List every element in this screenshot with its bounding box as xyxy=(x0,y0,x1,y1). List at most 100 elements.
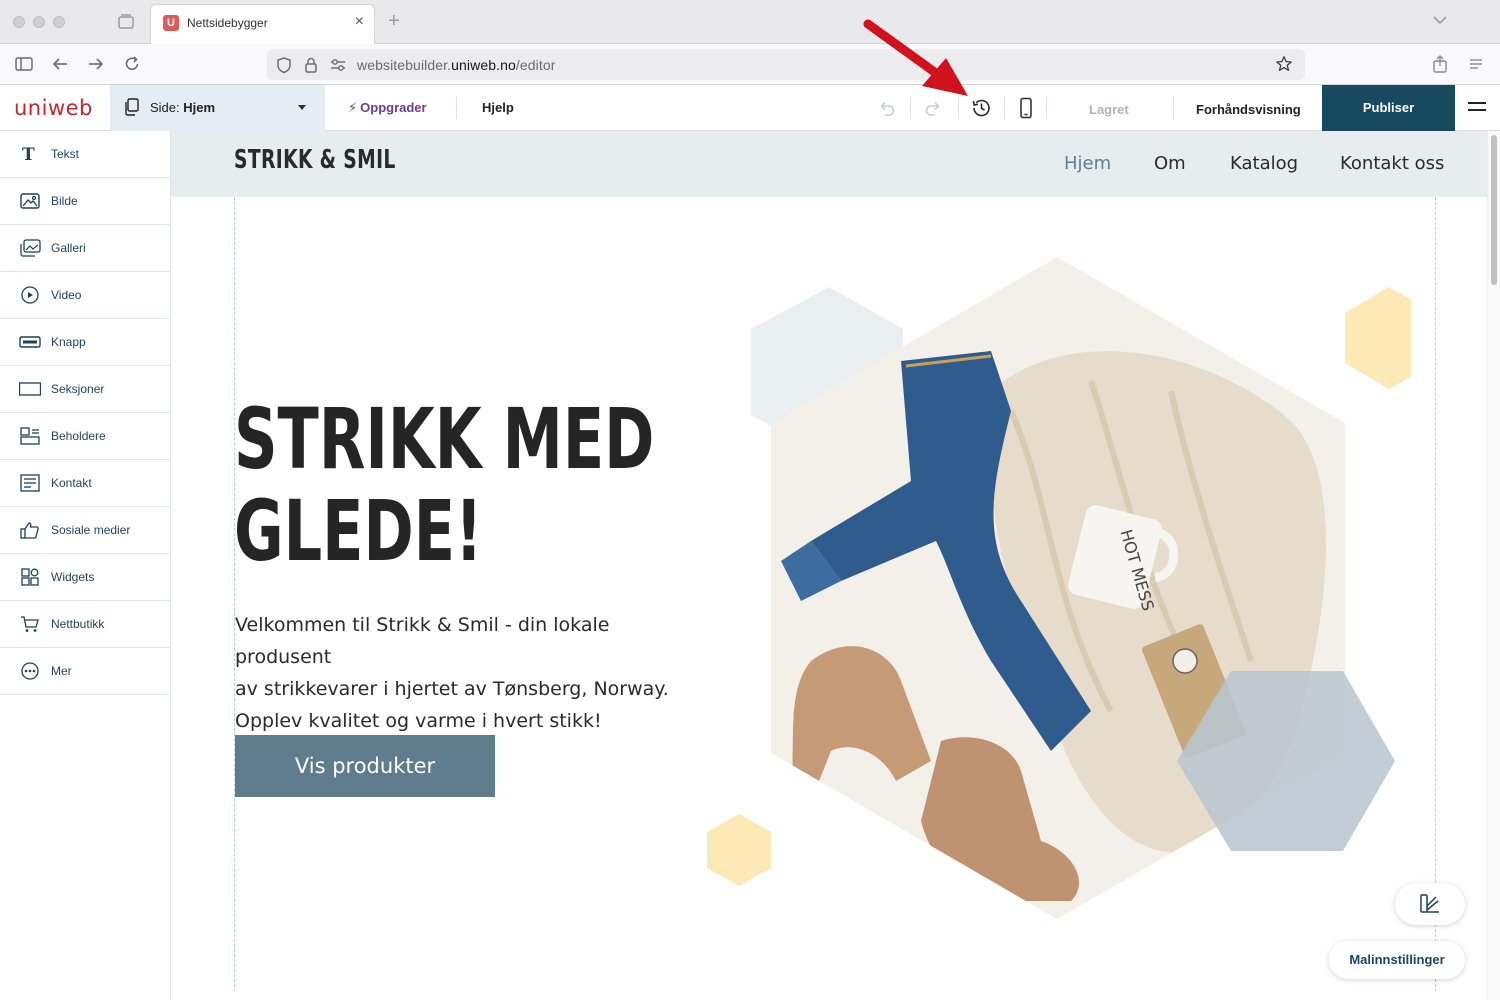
reload-icon[interactable] xyxy=(122,54,142,74)
pages-icon xyxy=(125,98,139,116)
sidebar-item-seksjoner[interactable]: Seksjoner xyxy=(0,366,170,413)
page-label-prefix: Side: xyxy=(150,100,180,115)
widgets-icon xyxy=(21,568,39,586)
more-icon xyxy=(21,662,39,680)
tab-title: Nettsidebygger xyxy=(187,16,268,30)
save-status: Lagret xyxy=(1089,102,1129,117)
url-text: websitebuilder.uniweb.no/editor xyxy=(357,57,555,73)
container-icon xyxy=(20,427,40,445)
reader-list-icon[interactable] xyxy=(1466,54,1486,74)
toolbar-divider xyxy=(910,97,911,119)
editor-canvas[interactable]: STRIKK & SMIL Hjem Om Katalog Kontakt os… xyxy=(171,131,1487,991)
shield-icon[interactable] xyxy=(275,56,293,74)
hero-text[interactable]: Velkommen til Strikk & Smil - din lokale… xyxy=(235,609,705,737)
site-nav-hjem[interactable]: Hjem xyxy=(1064,153,1111,174)
site-nav-om[interactable]: Om xyxy=(1154,153,1186,174)
sidebar-item-label: Knapp xyxy=(51,335,86,349)
sidebar-item-nettbutikk[interactable]: Nettbutikk xyxy=(0,601,170,648)
sidebar-item-label: Kontakt xyxy=(51,476,92,490)
sidebar-item-label: Beholdere xyxy=(51,429,106,443)
thumbs-up-icon xyxy=(20,522,39,539)
dropdown-caret-icon xyxy=(298,105,306,110)
hero-text-line: Opplev kvalitet og varme i hvert stikk! xyxy=(235,710,602,732)
url-path: /editor xyxy=(515,57,556,73)
template-settings-button[interactable]: Malinnstillinger xyxy=(1329,941,1465,979)
hero-title-line: STRIKK MED xyxy=(234,390,655,488)
address-bar[interactable]: websitebuilder.uniweb.no/editor xyxy=(267,49,1305,80)
browser-nav-bar: websitebuilder.uniweb.no/editor xyxy=(0,44,1500,85)
site-nav-kontakt-oss[interactable]: Kontakt oss xyxy=(1340,153,1444,174)
decorative-hexagon xyxy=(1345,287,1411,389)
toolbar-divider xyxy=(456,97,457,119)
sidebar-item-label: Widgets xyxy=(51,570,95,584)
preview-button[interactable]: Forhåndsvisning xyxy=(1196,102,1301,117)
sidebar-item-label: Tekst xyxy=(51,147,80,161)
mobile-preview-icon[interactable] xyxy=(1015,97,1037,119)
sidebar-item-bilde[interactable]: Bilde xyxy=(0,178,170,225)
canvas-scrollbar[interactable] xyxy=(1487,131,1500,1000)
design-edit-button[interactable] xyxy=(1395,883,1465,925)
page-selector[interactable]: Side: Hjem xyxy=(110,85,325,131)
window-minimize-button[interactable] xyxy=(33,16,45,28)
sidebar-item-video[interactable]: Video xyxy=(0,272,170,319)
uniweb-favicon-icon: U xyxy=(163,15,179,31)
hero-text-line: Velkommen til Strikk & Smil - din lokale… xyxy=(235,614,610,668)
back-arrow-icon[interactable] xyxy=(50,54,70,74)
history-icon[interactable] xyxy=(970,97,992,119)
tab-overview-icon[interactable] xyxy=(117,13,135,31)
browser-tab-bar: U Nettsidebygger × + xyxy=(0,0,1500,44)
sidebar-item-knapp[interactable]: Knapp xyxy=(0,319,170,366)
sidebar-item-tekst[interactable]: T Tekst xyxy=(0,131,170,178)
hero-title[interactable]: STRIKK MED GLEDE! xyxy=(234,390,655,577)
new-tab-button[interactable]: + xyxy=(388,10,400,33)
chevron-down-icon[interactable] xyxy=(1432,14,1448,26)
lock-icon[interactable] xyxy=(303,56,319,74)
current-page-name: Hjem xyxy=(183,100,216,115)
site-nav-katalog[interactable]: Katalog xyxy=(1230,153,1298,174)
hero-image[interactable]: HOT MESS xyxy=(691,241,1411,941)
design-edit-icon xyxy=(1420,894,1439,913)
close-tab-icon[interactable]: × xyxy=(355,13,364,31)
sidebar-item-label: Nettbutikk xyxy=(51,617,105,631)
text-icon: T xyxy=(22,145,35,163)
menu-icon[interactable] xyxy=(1468,102,1486,116)
sidebar-toggle-icon[interactable] xyxy=(14,54,34,74)
window-zoom-button[interactable] xyxy=(53,16,65,28)
toolbar-divider xyxy=(1173,97,1174,119)
video-icon xyxy=(21,286,39,304)
editor-toolbar: uniweb Side: Hjem ⚡ Oppgrader Hjelp Lagre… xyxy=(0,85,1500,131)
window-close-button[interactable] xyxy=(13,16,25,28)
sidebar-item-galleri[interactable]: Galleri xyxy=(0,225,170,272)
section-icon xyxy=(19,382,41,396)
site-header[interactable]: STRIKK & SMIL Hjem Om Katalog Kontakt os… xyxy=(171,131,1487,197)
toolbar-divider xyxy=(958,97,959,119)
url-prefix: websitebuilder. xyxy=(357,57,452,73)
sidebar-item-mer[interactable]: Mer xyxy=(0,648,170,695)
sidebar-item-label: Seksjoner xyxy=(51,382,105,396)
redo-icon[interactable] xyxy=(922,97,944,119)
share-icon[interactable] xyxy=(1430,54,1450,74)
publish-button[interactable]: Publiser xyxy=(1322,85,1455,131)
decorative-hexagon xyxy=(707,814,771,886)
scrollbar-thumb[interactable] xyxy=(1491,135,1497,285)
help-link[interactable]: Hjelp xyxy=(482,100,514,115)
sidebar-item-kontakt[interactable]: Kontakt xyxy=(0,460,170,507)
upgrade-link[interactable]: ⚡ Oppgrader xyxy=(348,100,427,116)
uniweb-logo[interactable]: uniweb xyxy=(14,96,93,120)
undo-icon[interactable] xyxy=(876,97,898,119)
forward-arrow-icon[interactable] xyxy=(86,54,106,74)
svg-text:T: T xyxy=(22,145,35,163)
sidebar-item-sosiale-medier[interactable]: Sosiale medier xyxy=(0,507,170,554)
upgrade-label: Oppgrader xyxy=(360,100,427,115)
page-selector-label: Side: Hjem xyxy=(150,100,215,115)
sidebar-item-label: Mer xyxy=(51,664,72,678)
site-logo[interactable]: STRIKK & SMIL xyxy=(234,145,396,175)
view-products-button[interactable]: Vis produkter xyxy=(235,735,495,797)
sidebar-item-beholdere[interactable]: Beholdere xyxy=(0,413,170,460)
page-permissions-icon[interactable] xyxy=(329,57,347,73)
contact-form-icon xyxy=(20,474,40,492)
browser-tab-active[interactable]: U Nettsidebygger × xyxy=(150,4,375,44)
bookmark-star-icon[interactable] xyxy=(1275,55,1293,73)
sidebar-item-widgets[interactable]: Widgets xyxy=(0,554,170,601)
cart-icon xyxy=(21,616,39,632)
